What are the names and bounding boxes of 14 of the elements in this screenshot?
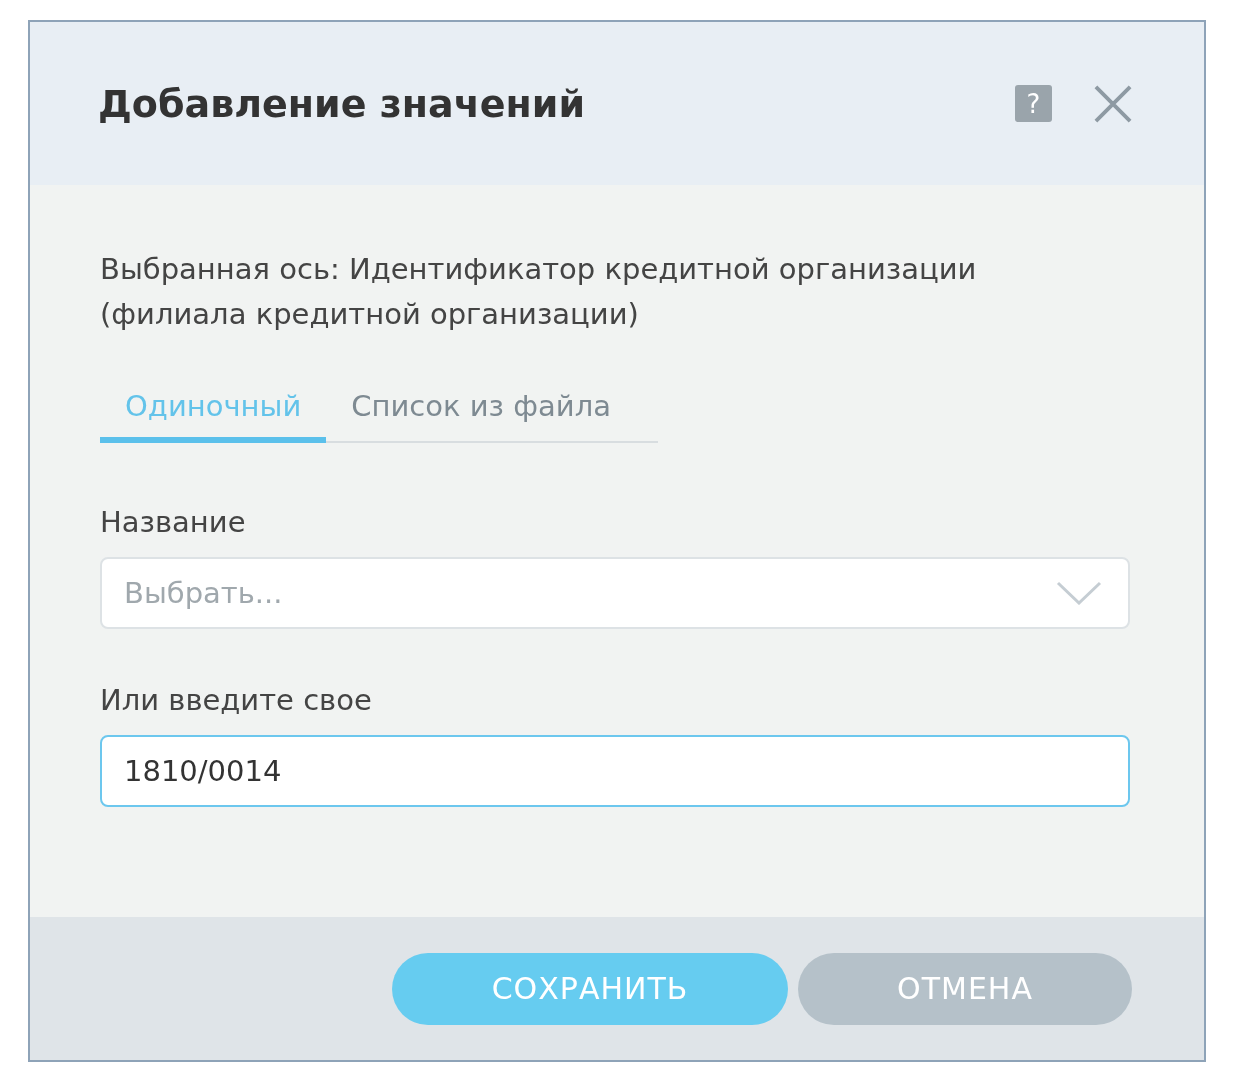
close-icon[interactable] xyxy=(1094,84,1132,123)
input-field[interactable]: 1810/0014 xyxy=(100,735,1130,807)
name-dropdown[interactable]: Выбрать... xyxy=(100,557,1130,629)
placeholder: Выбрать... xyxy=(124,576,284,610)
save-button[interactable]: СОХРАНИТЬ xyxy=(392,952,788,1025)
chevron-icon xyxy=(1056,581,1102,605)
field-label: Название xyxy=(100,505,246,539)
field-label: Или введите свое xyxy=(100,683,372,717)
tab[interactable]: Список из файла xyxy=(326,389,636,443)
axis-description: Выбранная ось: Идентификатор кредитной организации (филиала кредитной организации) xyxy=(100,251,978,333)
cancel-button[interactable]: ОТМЕНА xyxy=(798,952,1132,1025)
tab[interactable]: Одиночный xyxy=(100,389,327,443)
help-button[interactable]: ? xyxy=(1015,85,1052,122)
dialog-title: Добавление значений xyxy=(98,81,586,126)
